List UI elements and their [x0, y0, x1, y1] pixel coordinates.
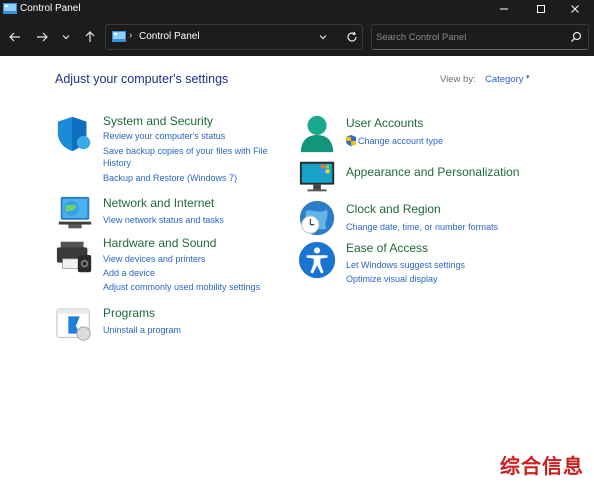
minimize-icon	[500, 8, 508, 10]
mobility-settings-link[interactable]: Adjust commonly used mobility settings	[103, 281, 260, 293]
chevron-down-icon	[62, 35, 70, 40]
network-status-link[interactable]: View network status and tasks	[103, 214, 224, 226]
caret-down-icon[interactable]: ▾	[526, 73, 530, 81]
search-box[interactable]	[371, 24, 589, 50]
save-backup-link[interactable]: Save backup copies of your files with Fi…	[103, 145, 268, 157]
window-title: Control Panel	[20, 3, 81, 14]
control-panel-icon	[3, 3, 17, 14]
category-appearance: Appearance and Personalization	[298, 158, 538, 194]
address-bar[interactable]: › Control Panel	[105, 24, 363, 50]
programs-title[interactable]: Programs	[103, 306, 155, 320]
forward-button[interactable]	[34, 29, 50, 45]
programs-icon[interactable]	[55, 305, 95, 345]
clock-region-title[interactable]: Clock and Region	[346, 202, 441, 216]
backup-restore-link[interactable]: Backup and Restore (Windows 7)	[103, 172, 237, 184]
system-security-title[interactable]: System and Security	[103, 114, 213, 128]
monitor-icon[interactable]	[298, 158, 338, 198]
watermark-text: 综合信息	[500, 454, 584, 478]
refresh-icon[interactable]	[346, 31, 358, 43]
view-by-dropdown[interactable]: Category	[485, 74, 524, 85]
user-icon[interactable]	[298, 114, 338, 154]
category-system-security: System and Security Review your computer…	[55, 114, 295, 188]
chevron-down-icon[interactable]	[317, 31, 329, 43]
category-clock-region: Clock and Region Change date, time, or n…	[298, 198, 538, 238]
arrow-right-icon	[37, 32, 48, 42]
title-bar: Control Panel	[0, 0, 594, 18]
network-internet-title[interactable]: Network and Internet	[103, 196, 214, 210]
network-icon[interactable]	[55, 195, 95, 235]
arrow-up-icon	[85, 31, 95, 42]
up-button[interactable]	[82, 29, 98, 45]
clock-icon[interactable]	[298, 198, 338, 238]
change-date-time-link[interactable]: Change date, time, or number formats	[346, 221, 498, 233]
category-network-internet: Network and Internet View network status…	[55, 195, 295, 231]
hardware-sound-title[interactable]: Hardware and Sound	[103, 236, 216, 250]
review-status-link[interactable]: Review your computer's status	[103, 130, 225, 142]
category-programs: Programs Uninstall a program	[55, 305, 295, 341]
suggest-settings-link[interactable]: Let Windows suggest settings	[346, 259, 465, 271]
maximize-icon	[537, 5, 545, 13]
shield-icon[interactable]	[55, 114, 95, 154]
close-button[interactable]	[553, 0, 594, 18]
search-icon[interactable]	[570, 31, 582, 43]
category-user-accounts: User Accounts Change account type	[298, 114, 538, 154]
arrow-left-icon	[9, 32, 20, 42]
category-hardware-sound: Hardware and Sound View devices and prin…	[55, 236, 295, 298]
recent-locations-button[interactable]	[58, 29, 74, 45]
devices-printers-link[interactable]: View devices and printers	[103, 253, 205, 265]
page-title: Adjust your computer's settings	[55, 72, 229, 86]
optimize-display-link[interactable]: Optimize visual display	[346, 273, 438, 285]
navigation-bar: › Control Panel	[0, 18, 594, 56]
breadcrumb-control-panel[interactable]: Control Panel	[139, 30, 200, 44]
uninstall-program-link[interactable]: Uninstall a program	[103, 324, 181, 336]
breadcrumb-separator-icon[interactable]: ›	[129, 30, 132, 41]
uac-shield-icon	[346, 135, 356, 146]
user-accounts-title[interactable]: User Accounts	[346, 116, 423, 130]
view-by-label: View by:	[440, 74, 476, 85]
save-backup-link-history[interactable]: History	[103, 157, 131, 169]
close-icon	[571, 5, 579, 13]
ease-of-access-title[interactable]: Ease of Access	[346, 241, 428, 255]
accessibility-icon[interactable]	[298, 240, 338, 280]
printer-icon[interactable]	[55, 236, 95, 276]
appearance-title[interactable]: Appearance and Personalization	[346, 165, 519, 179]
change-account-type-link[interactable]: Change account type	[358, 135, 443, 147]
back-button[interactable]	[7, 29, 23, 45]
category-ease-of-access: Ease of Access Let Windows suggest setti…	[298, 240, 538, 288]
add-device-link[interactable]: Add a device	[103, 267, 155, 279]
control-panel-icon	[112, 31, 126, 42]
search-input[interactable]	[376, 29, 566, 45]
